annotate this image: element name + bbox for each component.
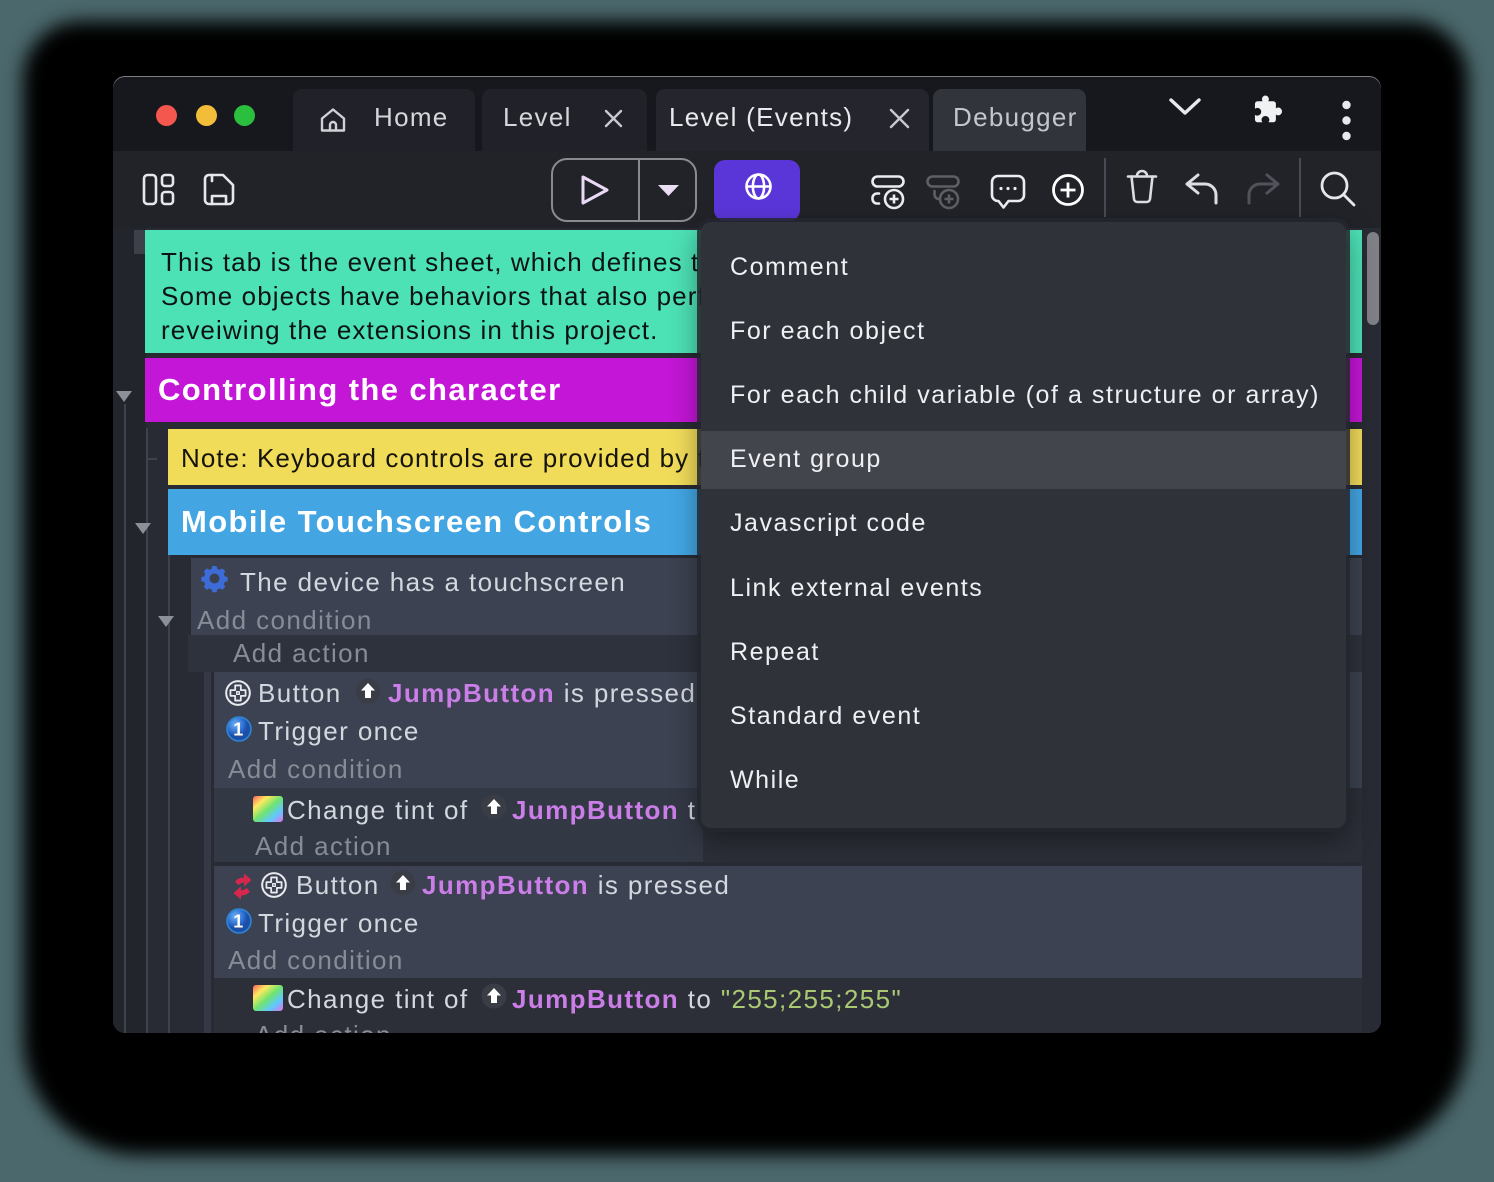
svg-text:1: 1: [233, 912, 244, 932]
svg-text:1: 1: [233, 720, 244, 740]
